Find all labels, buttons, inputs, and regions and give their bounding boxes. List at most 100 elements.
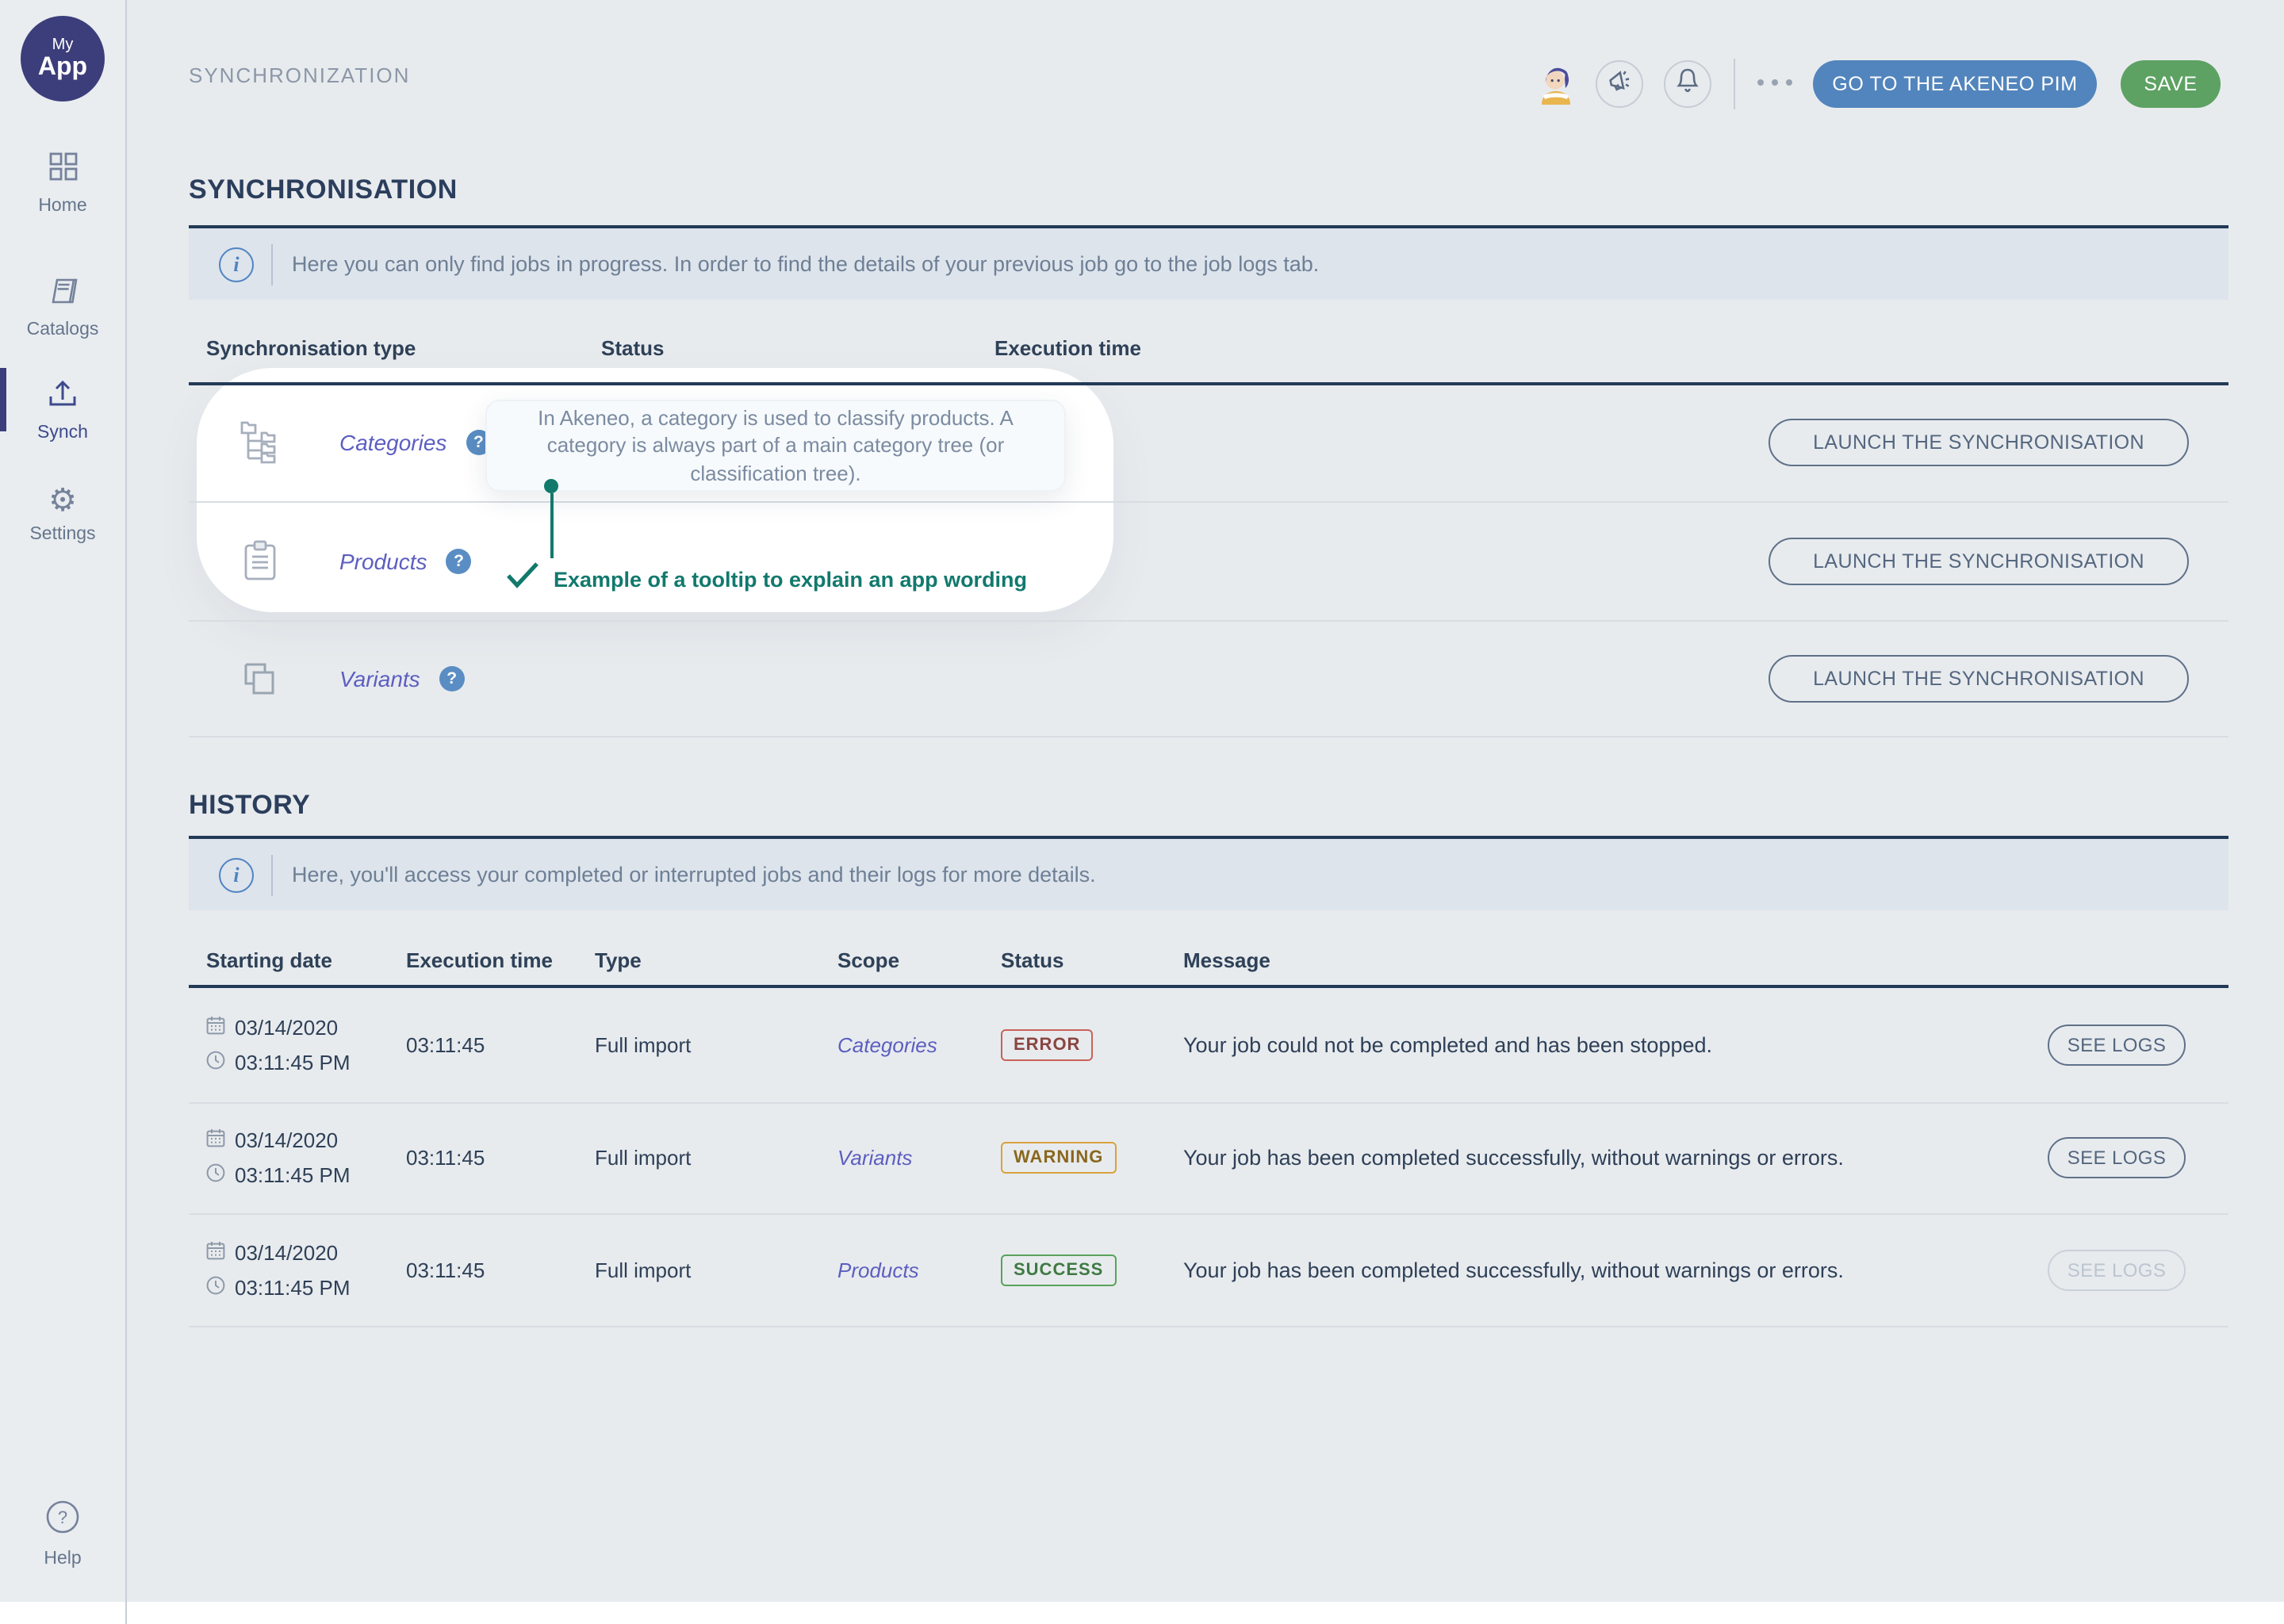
- column-header: Scope: [837, 948, 899, 972]
- history-rule: [189, 836, 2228, 839]
- calendar-icon: [206, 1016, 225, 1040]
- sync-row-variants: Variants ? LAUNCH THE SYNCHRONISATION: [189, 620, 2228, 736]
- tooltip: In Akeneo, a category is used to classif…: [485, 400, 1066, 492]
- starting-date-cell: 03/14/2020 03:11:45 PM: [206, 1128, 351, 1187]
- execution-time-cell: 03:11:45: [406, 1146, 485, 1170]
- scope-cell[interactable]: Categories: [837, 1033, 937, 1057]
- bottom-strip: [0, 1602, 2284, 1624]
- status-badge: ERROR: [1001, 1029, 1093, 1061]
- info-icon: i: [219, 857, 254, 892]
- execution-time-cell: 03:11:45: [406, 1258, 485, 1281]
- sidebar-item-label: Synch: [37, 423, 88, 442]
- sidebar-item-catalogs[interactable]: Catalogs: [0, 278, 125, 339]
- message-cell: Your job could not be completed and has …: [1183, 1033, 1712, 1057]
- sync-info-text: Here you can only find jobs in progress.…: [292, 252, 1319, 276]
- page-title: SYNCHRONIZATION: [189, 63, 410, 87]
- sidebar-item-label: Catalogs: [27, 320, 99, 339]
- column-header: Starting date: [206, 948, 332, 972]
- app-logo[interactable]: My App: [21, 16, 105, 102]
- help-question-badge[interactable]: ?: [439, 665, 465, 691]
- launch-sync-button[interactable]: LAUNCH THE SYNCHRONISATION: [1769, 537, 2189, 584]
- message-cell: Your job has been completed successfully…: [1183, 1146, 1844, 1170]
- status-cell: WARNING: [1001, 1142, 1116, 1174]
- history-section-title: HISTORY: [189, 790, 310, 822]
- checkmark-icon: [506, 561, 539, 596]
- see-logs-button[interactable]: SEE LOGS: [2048, 1137, 2186, 1178]
- save-button[interactable]: SAVE: [2121, 60, 2221, 108]
- see-logs-button-disabled[interactable]: SEE LOGS: [2048, 1249, 2186, 1290]
- categories-tree-icon: [238, 419, 282, 464]
- execution-time-cell: 03:11:45: [406, 1033, 485, 1057]
- app-window: My App Home Catalogs: [0, 0, 2284, 1624]
- calendar-icon: [206, 1128, 225, 1152]
- starting-time: 03:11:45 PM: [235, 1051, 351, 1074]
- sync-type-label: Variants: [339, 665, 420, 691]
- go-to-pim-button[interactable]: GO TO THE AKENEO PIM: [1813, 60, 2097, 108]
- bell-icon: [1675, 67, 1700, 102]
- help-question-badge[interactable]: ?: [446, 548, 472, 573]
- history-info-banner: i Here, you'll access your completed or …: [189, 839, 2228, 910]
- history-table-header: Starting date Execution time Type Scope …: [189, 948, 2228, 977]
- starting-date-cell: 03/14/2020 03:11:45 PM: [206, 1016, 351, 1074]
- home-icon: [48, 152, 77, 189]
- sync-section-title: SYNCHRONISATION: [189, 174, 458, 206]
- synch-upload-icon: [48, 379, 78, 416]
- svg-text:?: ?: [58, 1507, 67, 1527]
- sync-type-label: Categories: [339, 429, 446, 454]
- calendar-icon: [206, 1240, 225, 1264]
- starting-date: 03/14/2020: [235, 1240, 338, 1264]
- sync-type-label: Products: [339, 548, 427, 573]
- starting-date: 03/14/2020: [235, 1128, 338, 1152]
- scope-cell[interactable]: Products: [837, 1258, 919, 1281]
- history-info-text: Here, you'll access your completed or in…: [292, 863, 1096, 887]
- clock-icon: [206, 1051, 225, 1074]
- row-divider: [189, 1326, 2228, 1327]
- logo-text-bottom: App: [38, 54, 87, 81]
- column-header: Execution time: [406, 948, 553, 972]
- sidebar-item-synch[interactable]: Synch: [0, 379, 125, 442]
- tooltip-pointer-line: [550, 493, 554, 558]
- sidebar-item-label: Settings: [29, 525, 95, 544]
- sidebar-item-home[interactable]: Home: [0, 152, 125, 216]
- type-cell: Full import: [595, 1146, 691, 1170]
- help-icon: ?: [46, 1500, 79, 1542]
- column-header: Type: [595, 948, 642, 972]
- header-divider: [1734, 59, 1735, 109]
- clock-icon: [206, 1163, 225, 1187]
- sync-row-products: Products ? LAUNCH THE SYNCHRONISATION: [189, 501, 2228, 620]
- info-icon: i: [219, 247, 254, 282]
- launch-sync-button[interactable]: LAUNCH THE SYNCHRONISATION: [1769, 654, 2189, 702]
- sync-table-header: Synchronisation type Status Execution ti…: [189, 336, 2228, 365]
- avatar[interactable]: [1535, 63, 1577, 105]
- notifications-button[interactable]: [1664, 60, 1711, 108]
- message-cell: Your job has been completed successfully…: [1183, 1258, 1844, 1281]
- sidebar-item-label: Home: [38, 197, 86, 216]
- history-row: 03/14/2020 03:11:45 PM 03:11:45 Full imp…: [189, 988, 2228, 1102]
- see-logs-button[interactable]: SEE LOGS: [2048, 1025, 2186, 1066]
- column-header: Status: [1001, 948, 1063, 972]
- type-cell: Full import: [595, 1033, 691, 1057]
- scope-cell[interactable]: Variants: [837, 1146, 912, 1170]
- banner-separator: [271, 854, 273, 895]
- history-row: 03/14/2020 03:11:45 PM 03:11:45 Full imp…: [189, 1213, 2228, 1326]
- sidebar-divider: [125, 0, 127, 1624]
- gear-icon: ⚙: [48, 485, 77, 517]
- megaphone-icon: [1605, 66, 1634, 102]
- status-cell: ERROR: [1001, 1029, 1093, 1061]
- sidebar-item-label: Help: [44, 1549, 81, 1568]
- logo-text-top: My: [52, 36, 74, 54]
- sidebar-item-settings[interactable]: ⚙ Settings: [0, 485, 125, 544]
- column-header: Message: [1183, 948, 1270, 972]
- tooltip-note: Example of a tooltip to explain an app w…: [506, 561, 1027, 596]
- row-divider: [189, 736, 2228, 737]
- starting-time: 03:11:45 PM: [235, 1163, 351, 1187]
- sidebar-item-help[interactable]: ? Help: [0, 1500, 125, 1568]
- sidebar: My App Home Catalogs: [0, 0, 125, 1624]
- overflow-menu[interactable]: [1757, 79, 1792, 86]
- products-clipboard-icon: [238, 539, 282, 582]
- status-badge: WARNING: [1001, 1142, 1116, 1174]
- announcements-button[interactable]: [1596, 60, 1643, 108]
- variants-copy-icon: [238, 657, 282, 699]
- launch-sync-button[interactable]: LAUNCH THE SYNCHRONISATION: [1769, 418, 2189, 465]
- sync-rule: [189, 225, 2228, 228]
